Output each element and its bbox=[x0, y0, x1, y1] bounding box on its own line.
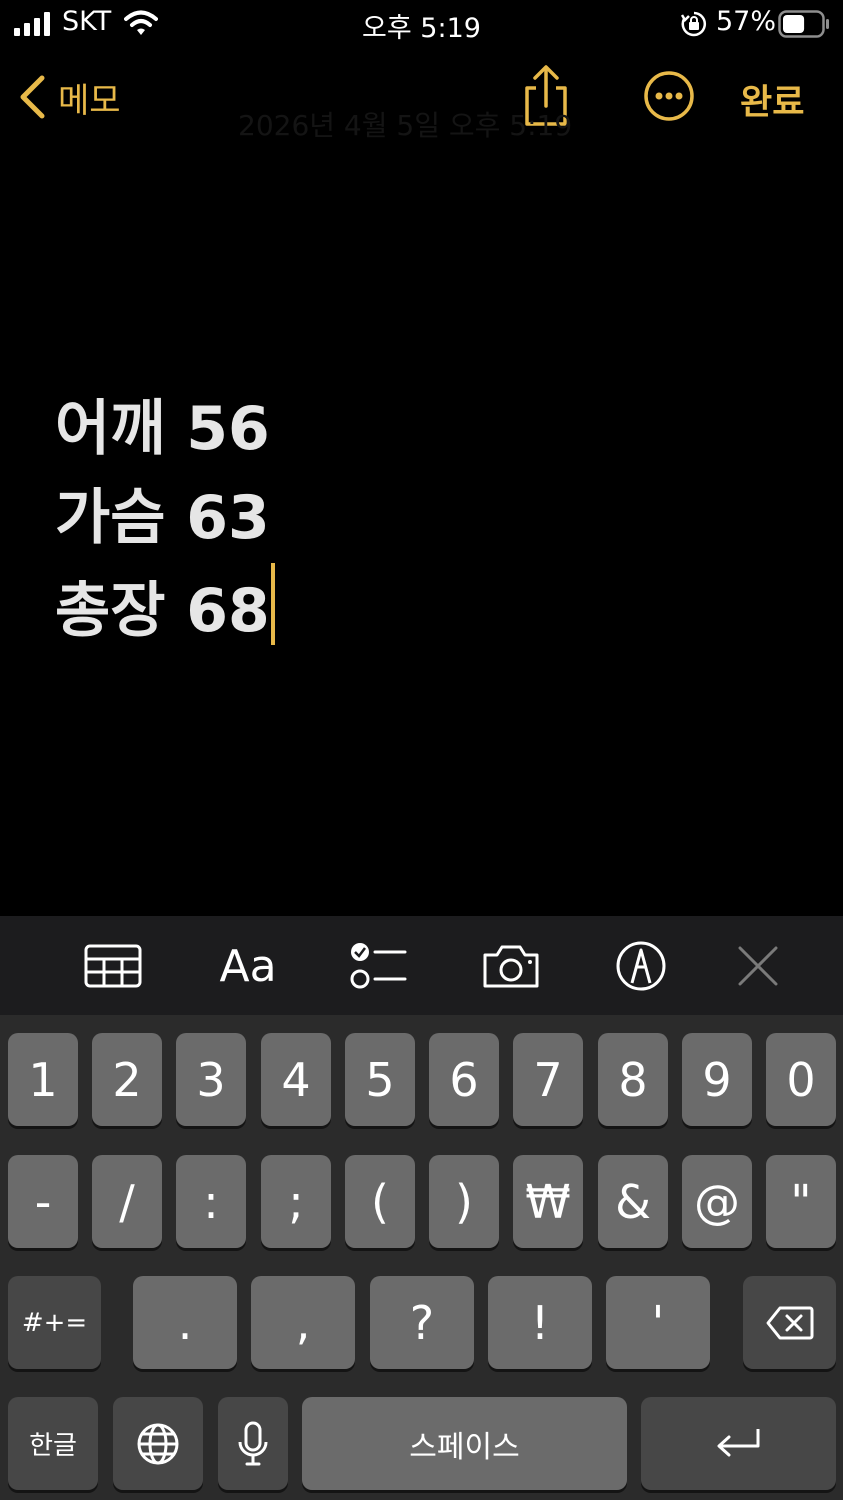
key-exclamation[interactable]: ! bbox=[488, 1276, 592, 1369]
note-line: 가슴 63 bbox=[55, 483, 270, 553]
more-options-icon[interactable] bbox=[643, 70, 695, 122]
key-comma[interactable]: , bbox=[251, 1276, 355, 1369]
checklist-icon bbox=[350, 943, 407, 989]
key-quote[interactable]: " bbox=[766, 1155, 836, 1248]
key-open-paren[interactable]: ( bbox=[345, 1155, 415, 1248]
markup-button[interactable] bbox=[609, 936, 673, 996]
close-icon bbox=[738, 946, 778, 986]
dictation-key[interactable] bbox=[218, 1397, 288, 1490]
key-3[interactable]: 3 bbox=[176, 1033, 246, 1126]
key-ampersand[interactable]: & bbox=[598, 1155, 668, 1248]
key-4[interactable]: 4 bbox=[261, 1033, 331, 1126]
key-hyphen[interactable]: - bbox=[8, 1155, 78, 1248]
globe-key[interactable] bbox=[113, 1397, 203, 1490]
note-body[interactable]: 어깨 56 가슴 63 총장 68 bbox=[55, 385, 275, 652]
key-symbols[interactable]: #+= bbox=[8, 1276, 101, 1369]
return-icon bbox=[717, 1428, 759, 1456]
text-format-button[interactable]: Aa bbox=[214, 936, 282, 996]
markup-pen-icon bbox=[616, 941, 666, 991]
language-key[interactable]: 한글 bbox=[8, 1397, 98, 1490]
battery-icon bbox=[778, 10, 829, 38]
key-0[interactable]: 0 bbox=[766, 1033, 836, 1126]
camera-icon bbox=[483, 945, 539, 988]
chevron-left-icon bbox=[20, 75, 45, 119]
checklist-button[interactable] bbox=[346, 936, 410, 996]
table-icon bbox=[84, 944, 142, 988]
key-1[interactable]: 1 bbox=[8, 1033, 78, 1126]
key-period[interactable]: . bbox=[133, 1276, 237, 1369]
backspace-icon bbox=[766, 1306, 813, 1339]
key-apostrophe[interactable]: ' bbox=[606, 1276, 710, 1369]
back-button-label: 메모 bbox=[58, 80, 121, 121]
key-at[interactable]: @ bbox=[682, 1155, 752, 1248]
key-5[interactable]: 5 bbox=[345, 1033, 415, 1126]
format-toolbar: Aa bbox=[0, 916, 843, 1015]
table-button[interactable] bbox=[81, 936, 145, 996]
microphone-icon bbox=[238, 1421, 268, 1465]
note-date: 2026년 4월 5일 오후 5:19 bbox=[238, 109, 573, 142]
note-line: 총장 68 bbox=[55, 563, 275, 652]
back-button[interactable]: 메모 bbox=[18, 72, 121, 122]
key-slash[interactable]: / bbox=[92, 1155, 162, 1248]
space-key[interactable]: 스페이스 bbox=[302, 1397, 627, 1490]
key-close-paren[interactable]: ) bbox=[429, 1155, 499, 1248]
key-6[interactable]: 6 bbox=[429, 1033, 499, 1126]
note-line: 어깨 56 bbox=[55, 394, 270, 464]
status-bar: SKT 오후 5:19 57% bbox=[0, 0, 843, 48]
key-2[interactable]: 2 bbox=[92, 1033, 162, 1126]
text-cursor bbox=[270, 563, 275, 645]
delete-key[interactable] bbox=[743, 1276, 836, 1369]
done-button[interactable]: 완료 bbox=[740, 74, 804, 125]
battery-percentage: 57% bbox=[716, 6, 777, 37]
globe-icon bbox=[137, 1423, 179, 1464]
return-key[interactable] bbox=[641, 1397, 836, 1490]
key-colon[interactable]: : bbox=[176, 1155, 246, 1248]
orientation-lock-icon bbox=[681, 11, 707, 37]
close-toolbar-button[interactable] bbox=[726, 936, 790, 996]
camera-button[interactable] bbox=[479, 936, 543, 996]
key-8[interactable]: 8 bbox=[598, 1033, 668, 1126]
key-won[interactable]: ₩ bbox=[513, 1155, 583, 1248]
key-9[interactable]: 9 bbox=[682, 1033, 752, 1126]
key-7[interactable]: 7 bbox=[513, 1033, 583, 1126]
keyboard: 1 2 3 4 5 6 7 8 9 0 - / : ; ( ) ₩ & @ " … bbox=[0, 1015, 843, 1500]
key-question[interactable]: ? bbox=[370, 1276, 474, 1369]
key-semicolon[interactable]: ; bbox=[261, 1155, 331, 1248]
